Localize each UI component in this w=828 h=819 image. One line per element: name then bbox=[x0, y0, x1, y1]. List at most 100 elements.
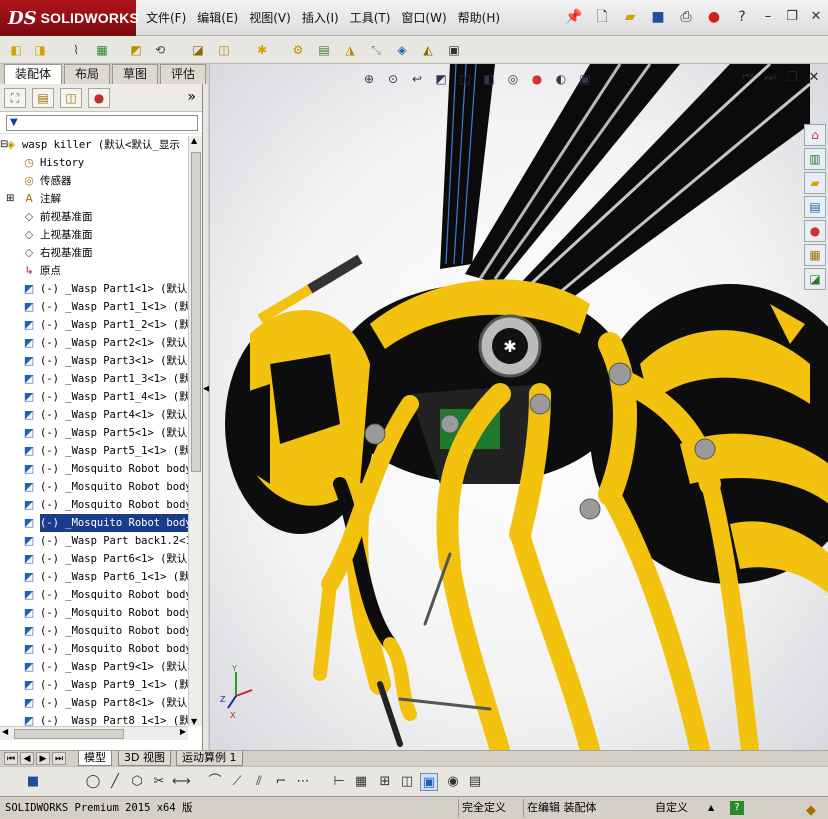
tree-item[interactable]: ◩ (-) _Wasp Part5<1> (默认 bbox=[0, 424, 188, 442]
tab-layout[interactable]: 布局 bbox=[64, 64, 111, 84]
last-tab-icon[interactable]: ⏭ bbox=[52, 752, 66, 765]
tree-item[interactable]: ◩ (-) _Wasp Part1_4<1> (默 bbox=[0, 388, 188, 406]
tree-item[interactable]: ⊟ ◈ wasp killer (默认<默认_显示 bbox=[0, 136, 188, 154]
prev-tab-icon[interactable]: ◀ bbox=[20, 752, 34, 765]
expand-toggle-icon[interactable]: ⊞ bbox=[6, 190, 14, 208]
tree-item[interactable]: ◩ (-) _Mosquito Robot body bbox=[0, 604, 188, 622]
tab-motion-study[interactable]: 运动算例 1 bbox=[176, 751, 243, 766]
tree-item[interactable]: ⊞ A 注解 bbox=[0, 190, 188, 208]
panel-expand-icon[interactable]: » bbox=[187, 89, 196, 105]
feature-tree-filter[interactable]: ▼ bbox=[6, 115, 198, 131]
feature-manager-icon[interactable]: ⛶ bbox=[4, 88, 26, 108]
rebuild-traffic-light-icon[interactable]: ● bbox=[704, 8, 724, 26]
shaded-view-icon[interactable]: ▣ bbox=[420, 773, 438, 791]
tab-sketch[interactable]: 草图 bbox=[112, 64, 159, 84]
next-icon[interactable]: ⏭ bbox=[762, 70, 778, 86]
edit-appearance-icon[interactable]: ● bbox=[528, 70, 546, 88]
forum-icon[interactable]: ◪ bbox=[804, 268, 826, 290]
paperclip-icon[interactable]: ⌇ bbox=[66, 40, 86, 60]
tree-item[interactable]: ◩ (-) _Wasp Part2<1> (默认 bbox=[0, 334, 188, 352]
tree-item[interactable]: ◩ (-) _Mosquito Robot body bbox=[0, 514, 188, 532]
3d-box-icon[interactable]: ◫ bbox=[398, 773, 416, 791]
corner-rectangle-icon[interactable]: ⌐ bbox=[272, 773, 290, 791]
mirror-icon[interactable]: ⟷ bbox=[172, 773, 191, 791]
tree-item[interactable]: ◇ 右视基准面 bbox=[0, 244, 188, 262]
display-manager-icon[interactable]: ● bbox=[88, 88, 110, 108]
tree-item[interactable]: ◩ (-) _Wasp Part back1.2<1 bbox=[0, 532, 188, 550]
tree-item[interactable]: ◩ (-) _Mosquito Robot body bbox=[0, 586, 188, 604]
assembly-features-icon[interactable]: ◫ bbox=[214, 40, 234, 60]
insert-component-icon[interactable]: ◧ bbox=[6, 40, 26, 60]
first-tab-icon[interactable]: ⏮ bbox=[4, 752, 18, 765]
menu-tools[interactable]: 工具(T) bbox=[350, 9, 391, 26]
section-view-icon[interactable]: ◩ bbox=[432, 70, 450, 88]
new-motion-study-icon[interactable]: ⚙ bbox=[288, 40, 308, 60]
tree-horizontal-scrollbar[interactable]: ◀ ▶ bbox=[0, 726, 188, 740]
menu-file[interactable]: 文件(F) bbox=[146, 9, 186, 26]
save-icon[interactable]: ■ bbox=[24, 773, 42, 791]
status-tag-icon[interactable]: ◆ bbox=[806, 800, 816, 819]
status-help-icon[interactable]: ? bbox=[730, 801, 744, 815]
clearance-verification-icon[interactable]: ◭ bbox=[418, 40, 438, 60]
scroll-down-icon[interactable]: ▼ bbox=[191, 717, 197, 726]
tree-item[interactable]: ◩ (-) _Wasp Part1_3<1> (默 bbox=[0, 370, 188, 388]
tree-item[interactable]: ◩ (-) _Mosquito Robot body bbox=[0, 478, 188, 496]
units-arrow-icon[interactable]: ▲ bbox=[708, 797, 714, 819]
offset-icon[interactable]: ⫽ bbox=[250, 773, 268, 791]
exploded-view-icon[interactable]: ◮ bbox=[340, 40, 360, 60]
reference-geometry-icon[interactable]: ✱ bbox=[252, 40, 272, 60]
save-icon[interactable]: ■ bbox=[648, 8, 668, 26]
zoom-to-area-icon[interactable]: ⊙ bbox=[384, 70, 402, 88]
solidworks-resources-icon[interactable]: ⌂ bbox=[804, 124, 826, 146]
hide-show-items-icon[interactable]: ◎ bbox=[504, 70, 522, 88]
tree-item[interactable]: ◇ 前视基准面 bbox=[0, 208, 188, 226]
pin-icon[interactable]: 📌 bbox=[564, 8, 584, 26]
tree-item[interactable]: ◩ (-) _Wasp Part1<1> (默认 bbox=[0, 280, 188, 298]
previous-view-icon[interactable]: ↩ bbox=[408, 70, 426, 88]
linear-sketch-pattern-icon[interactable]: ⊞ bbox=[376, 773, 394, 791]
scroll-right-icon[interactable]: ▶ bbox=[180, 727, 186, 736]
view-orientation-icon[interactable]: ◫ bbox=[456, 70, 474, 88]
sketch-fillet-icon[interactable]: ⌒ bbox=[206, 773, 224, 791]
new-document-icon[interactable]: 🗋 bbox=[592, 8, 612, 26]
file-explorer-icon[interactable]: ▰ bbox=[804, 172, 826, 194]
menu-view[interactable]: 视图(V) bbox=[249, 9, 291, 26]
tab-evaluate[interactable]: 评估 bbox=[160, 64, 207, 84]
horizontal-scroll-thumb[interactable] bbox=[14, 729, 124, 739]
help-icon[interactable]: ? bbox=[732, 8, 752, 26]
appearances-icon[interactable]: ● bbox=[804, 220, 826, 242]
scroll-left-icon[interactable]: ◀ bbox=[2, 727, 8, 736]
viewport-close-icon[interactable]: ✕ bbox=[806, 70, 822, 86]
tree-item[interactable]: ◩ (-) _Wasp Part4<1> (默认 bbox=[0, 406, 188, 424]
tree-vertical-scrollbar[interactable]: ▲ ▼ bbox=[188, 136, 202, 726]
mate-icon[interactable]: ◨ bbox=[30, 40, 50, 60]
tree-item[interactable]: ◩ (-) _Wasp Part8<1> (默认 bbox=[0, 694, 188, 712]
line-icon[interactable]: ╱ bbox=[106, 773, 124, 791]
viewport-restore-icon[interactable]: ❐ bbox=[784, 70, 800, 86]
tree-item[interactable]: ↳ 原点 bbox=[0, 262, 188, 280]
interference-detection-icon[interactable]: ◈ bbox=[392, 40, 412, 60]
configuration-manager-icon[interactable]: ◫ bbox=[60, 88, 82, 108]
tree-item[interactable]: ◩ (-) _Wasp Part5_1<1> (默 bbox=[0, 442, 188, 460]
menu-window[interactable]: 窗口(W) bbox=[401, 9, 446, 26]
linear-pattern-icon[interactable]: ▦ bbox=[92, 40, 112, 60]
chamfer-icon[interactable]: ⟋ bbox=[228, 773, 246, 791]
smart-fasteners-icon[interactable]: ◩ bbox=[126, 40, 146, 60]
tree-item[interactable]: ◇ 上视基准面 bbox=[0, 226, 188, 244]
tab-3d-view[interactable]: 3D 视图 bbox=[118, 751, 171, 766]
graphics-area[interactable]: ✱ ⊕ ⊙ ↩ ◩ ◫ ◧ ◎ ● ◐ ▣ ⏮ ⏭ ❐ ✕ ⌂ ▥ ▰ ▤ ● … bbox=[209, 64, 828, 750]
polygon-icon[interactable]: ⬡ bbox=[128, 773, 146, 791]
tree-item[interactable]: ◩ (-) _Mosquito Robot body bbox=[0, 496, 188, 514]
display-style-icon[interactable]: ◧ bbox=[480, 70, 498, 88]
zoom-to-fit-icon[interactable]: ⊕ bbox=[360, 70, 378, 88]
property-manager-icon[interactable]: ▤ bbox=[32, 88, 54, 108]
explode-line-sketch-icon[interactable]: ⤡ bbox=[366, 40, 386, 60]
menu-edit[interactable]: 编辑(E) bbox=[197, 9, 238, 26]
tree-item[interactable]: ◷ History bbox=[0, 154, 188, 172]
tree-item[interactable]: ◎ 传感器 bbox=[0, 172, 188, 190]
show-hidden-icon[interactable]: ◪ bbox=[188, 40, 208, 60]
tree-item[interactable]: ◩ (-) _Wasp Part6_1<1> (默 bbox=[0, 568, 188, 586]
tree-item[interactable]: ◩ (-) _Mosquito Robot body bbox=[0, 640, 188, 658]
tree-item[interactable]: ◩ (-) _Mosquito Robot body bbox=[0, 460, 188, 478]
print-icon[interactable]: ⎙ bbox=[676, 8, 696, 26]
